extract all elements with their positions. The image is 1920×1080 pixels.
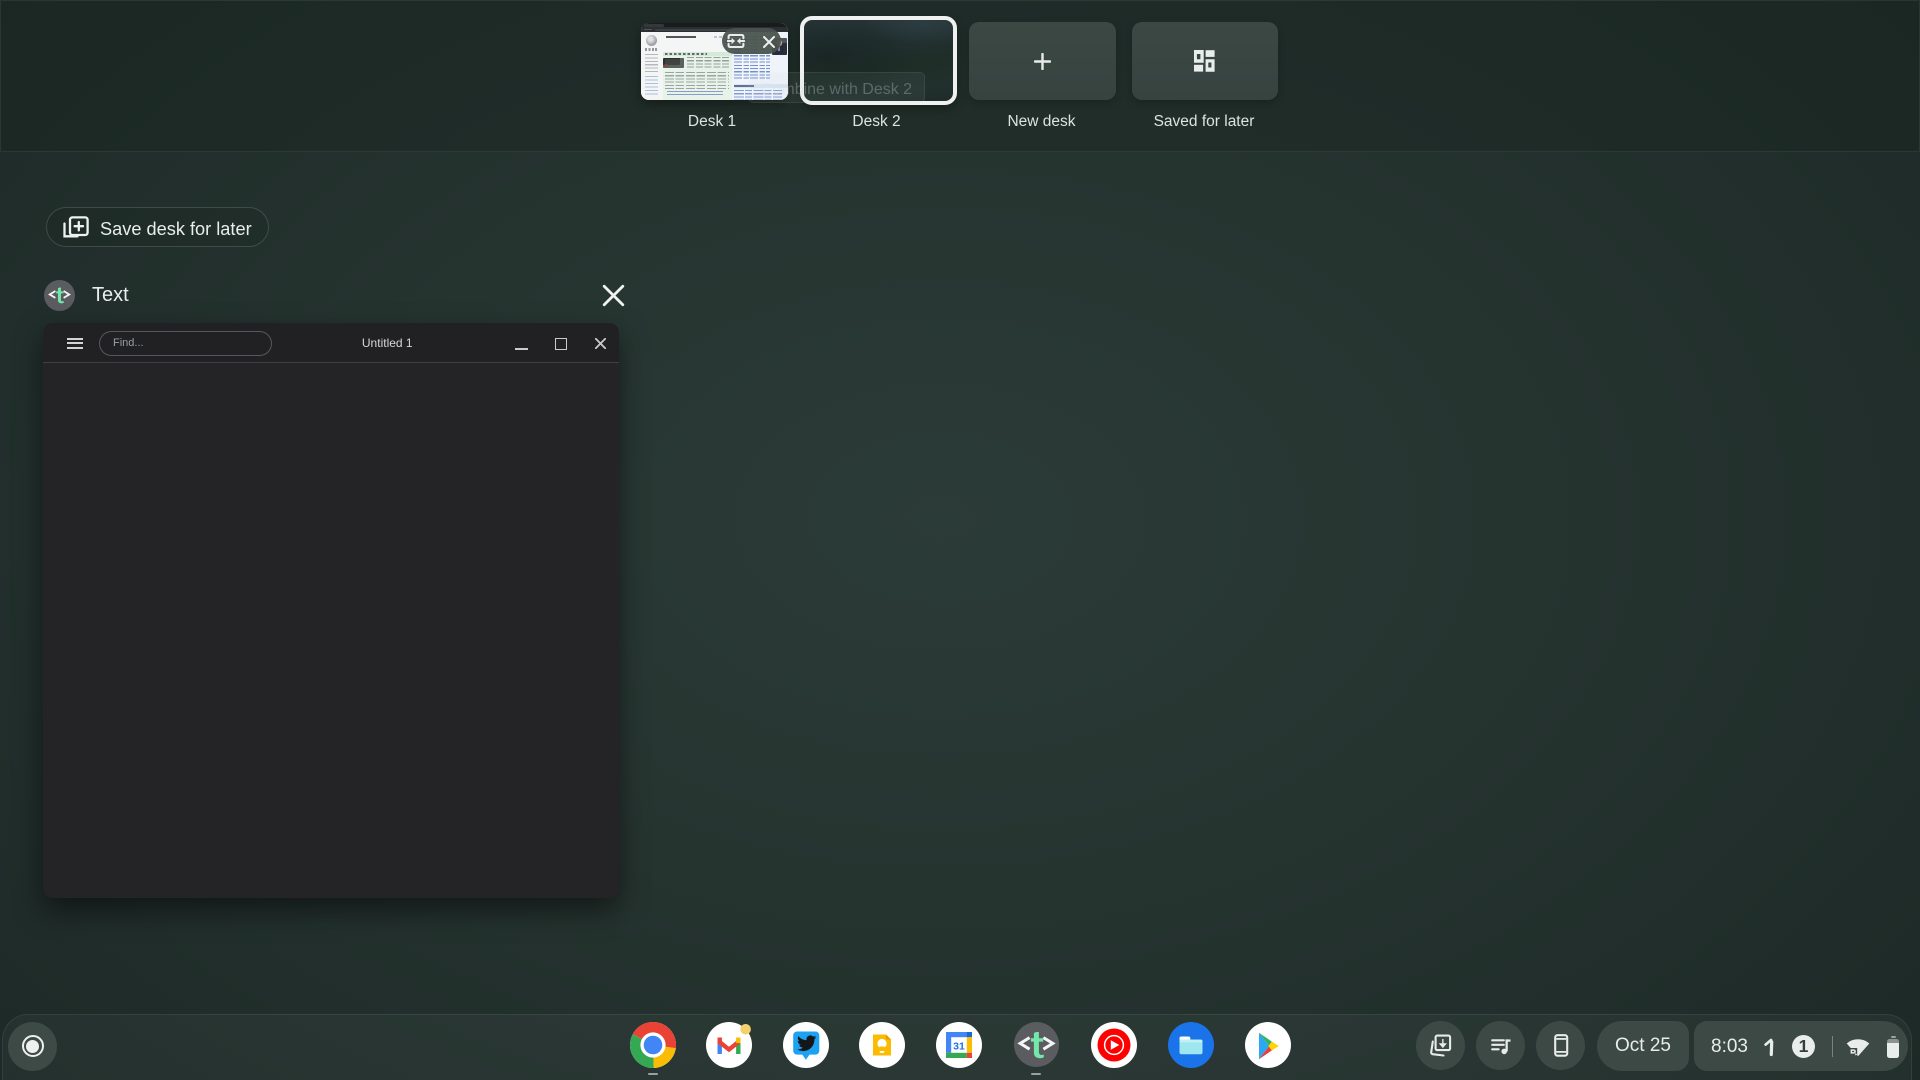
svg-text:31: 31: [953, 1040, 965, 1052]
